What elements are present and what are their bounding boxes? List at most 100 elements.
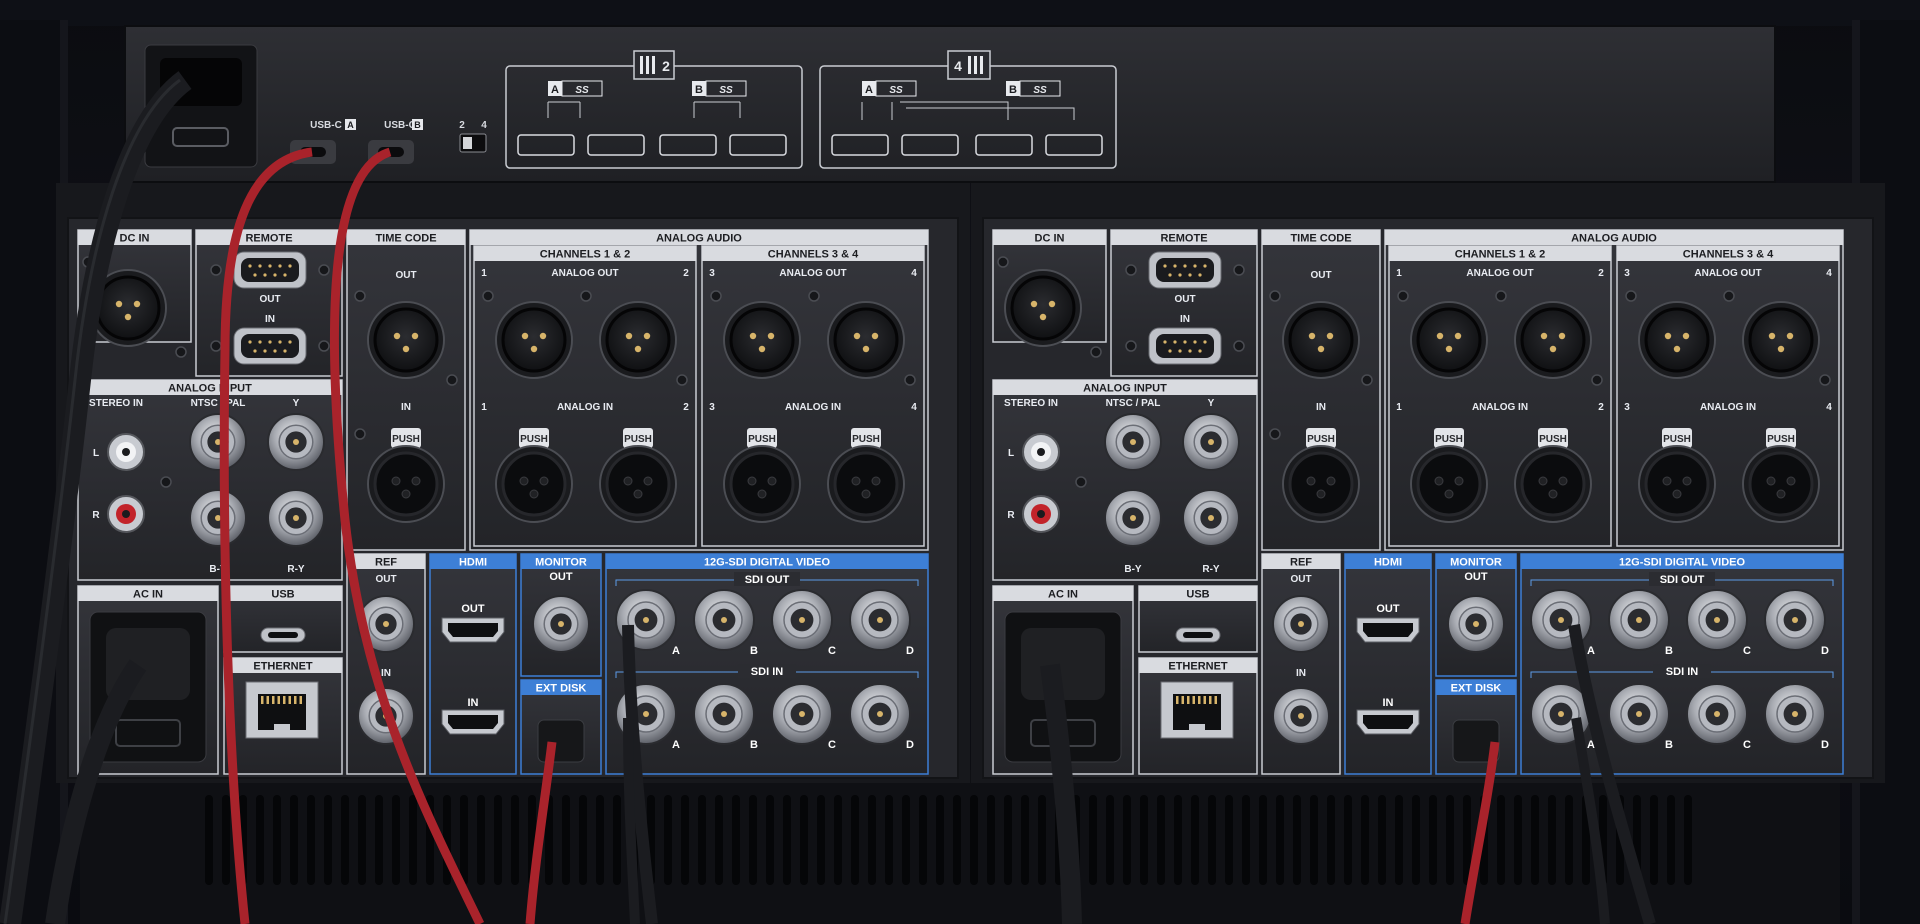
- rca-l-port[interactable]: [1022, 433, 1060, 471]
- analog-out-2-port[interactable]: [1514, 301, 1592, 379]
- ntsc-pal-port[interactable]: [1104, 413, 1162, 471]
- ethernet-port[interactable]: [1160, 681, 1234, 739]
- hdmi-out-port[interactable]: [441, 617, 505, 643]
- usb-label: USB: [1186, 589, 1209, 601]
- by-port[interactable]: [189, 489, 247, 547]
- remote-out-port[interactable]: [1148, 251, 1222, 289]
- sdi-out-letter: B: [750, 645, 758, 657]
- tc-out-port[interactable]: [367, 301, 445, 379]
- switch-2-label: 2: [459, 120, 465, 131]
- rca-r-label: R: [92, 510, 100, 521]
- ry-port[interactable]: [267, 489, 325, 547]
- sdi-out-3-port[interactable]: [1686, 589, 1748, 651]
- time-code-label: TIME CODE: [1290, 233, 1351, 245]
- analog-out-4-port[interactable]: [1742, 301, 1820, 379]
- sdi-in-4-port[interactable]: [849, 683, 911, 745]
- monitor-label: MONITOR: [535, 557, 587, 569]
- sdi-in-4-port[interactable]: [1764, 683, 1826, 745]
- ry-port[interactable]: [1182, 489, 1240, 547]
- remote-in-port[interactable]: [233, 327, 307, 365]
- ref-in-label: IN: [1296, 668, 1306, 679]
- analog-out-2-port[interactable]: [599, 301, 677, 379]
- sdi-in-3-port[interactable]: [771, 683, 833, 745]
- ref-label: REF: [375, 557, 397, 569]
- analog-out-3-port[interactable]: [1638, 301, 1716, 379]
- push-tab-label: PUSH: [392, 434, 420, 445]
- push-tab-label: PUSH: [624, 434, 652, 445]
- ext-disk-port[interactable]: [537, 719, 585, 763]
- channel-number: 3: [1624, 268, 1630, 279]
- usb-c-port[interactable]: [1175, 627, 1221, 643]
- by-port[interactable]: [1104, 489, 1162, 547]
- sdi-out-3-port[interactable]: [771, 589, 833, 651]
- analog-out-4-port[interactable]: [827, 301, 905, 379]
- dc-in-port[interactable]: [1004, 269, 1082, 347]
- sdi-out-label: SDI OUT: [745, 574, 790, 586]
- sdi-in-label: SDI IN: [751, 666, 783, 678]
- sdi-out-2-port[interactable]: [693, 589, 755, 651]
- ethernet-port[interactable]: [245, 681, 319, 739]
- hdmi-out-label: OUT: [1376, 603, 1400, 615]
- sdi-title-label: 12G-SDI DIGITAL VIDEO: [1619, 557, 1746, 569]
- ntsc-pal-port[interactable]: [189, 413, 247, 471]
- y-port[interactable]: [267, 413, 325, 471]
- channel-number: 2: [683, 402, 689, 413]
- remote-in-port[interactable]: [1148, 327, 1222, 365]
- remote-out-port[interactable]: [233, 251, 307, 289]
- sdi-in-label: SDI IN: [1666, 666, 1698, 678]
- ref-in-port[interactable]: [1272, 687, 1330, 745]
- sdi-out-2-port[interactable]: [1608, 589, 1670, 651]
- sdi-out-4-port[interactable]: [1764, 589, 1826, 651]
- hdmi-in-port[interactable]: [441, 709, 505, 735]
- rca-l-port[interactable]: [107, 433, 145, 471]
- rca-r-port[interactable]: [107, 495, 145, 533]
- push-tab-label: PUSH: [1539, 434, 1567, 445]
- remote-label: REMOTE: [1160, 233, 1207, 245]
- usb-c-b-label: USB-C: [384, 120, 416, 131]
- channels-3-4-label: CHANNELS 3 & 4: [1683, 249, 1774, 261]
- usb-c-a-label: USB-C: [310, 120, 342, 131]
- remote-out-label: OUT: [259, 294, 280, 305]
- rca-r-port[interactable]: [1022, 495, 1060, 533]
- ref-in-label: IN: [381, 668, 391, 679]
- switch-4-label: 4: [481, 120, 487, 131]
- channel-number: 3: [709, 402, 715, 413]
- y-label: Y: [1208, 398, 1215, 409]
- hdmi-in-port[interactable]: [1356, 709, 1420, 735]
- mode-4-badge-a: A: [865, 84, 873, 96]
- channel-number: 4: [1826, 402, 1832, 413]
- mode-2-ss-a: SS: [575, 85, 589, 96]
- y-port[interactable]: [1182, 413, 1240, 471]
- stereo-in-label: STEREO IN: [89, 398, 143, 409]
- scene-svg: USB-C A USB-C B 2 4 2 A SS B SS 4 A SS B…: [0, 0, 1920, 924]
- analog-in-label: ANALOG IN: [1700, 402, 1756, 413]
- remote-in-label: IN: [265, 314, 275, 325]
- channel-number: 2: [683, 268, 689, 279]
- dc-in-label: DC IN: [1035, 233, 1065, 245]
- hdmi-out-port[interactable]: [1356, 617, 1420, 643]
- channels-1-2-label: CHANNELS 1 & 2: [1455, 249, 1545, 261]
- analog-in-label: ANALOG IN: [557, 402, 613, 413]
- sdi-out-4-port[interactable]: [849, 589, 911, 651]
- sdi-in-letter: D: [906, 739, 914, 751]
- ref-out-port[interactable]: [1272, 595, 1330, 653]
- tc-in-label: IN: [1316, 402, 1326, 413]
- sdi-out-letter: C: [828, 645, 836, 657]
- usb-c-port[interactable]: [260, 627, 306, 643]
- sdi-in-2-port[interactable]: [1608, 683, 1670, 745]
- analog-out-1-port[interactable]: [495, 301, 573, 379]
- remote-in-label: IN: [1180, 314, 1190, 325]
- monitor-out-port[interactable]: [1447, 595, 1505, 653]
- sdi-in-3-port[interactable]: [1686, 683, 1748, 745]
- analog-out-1-port[interactable]: [1410, 301, 1488, 379]
- monitor-out-port[interactable]: [532, 595, 590, 653]
- sdi-in-letter: C: [1743, 739, 1751, 751]
- tc-out-port[interactable]: [1282, 301, 1360, 379]
- sdi-in-2-port[interactable]: [693, 683, 755, 745]
- mode-2-badge-a: A: [551, 84, 559, 96]
- analog-out-3-port[interactable]: [723, 301, 801, 379]
- ethernet-label: ETHERNET: [253, 661, 313, 673]
- rack-rear-view: USB-C A USB-C B 2 4 2 A SS B SS 4 A SS B…: [0, 0, 1920, 924]
- sdi-out-letter: B: [1665, 645, 1673, 657]
- usb-c-b-badge: B: [414, 120, 421, 130]
